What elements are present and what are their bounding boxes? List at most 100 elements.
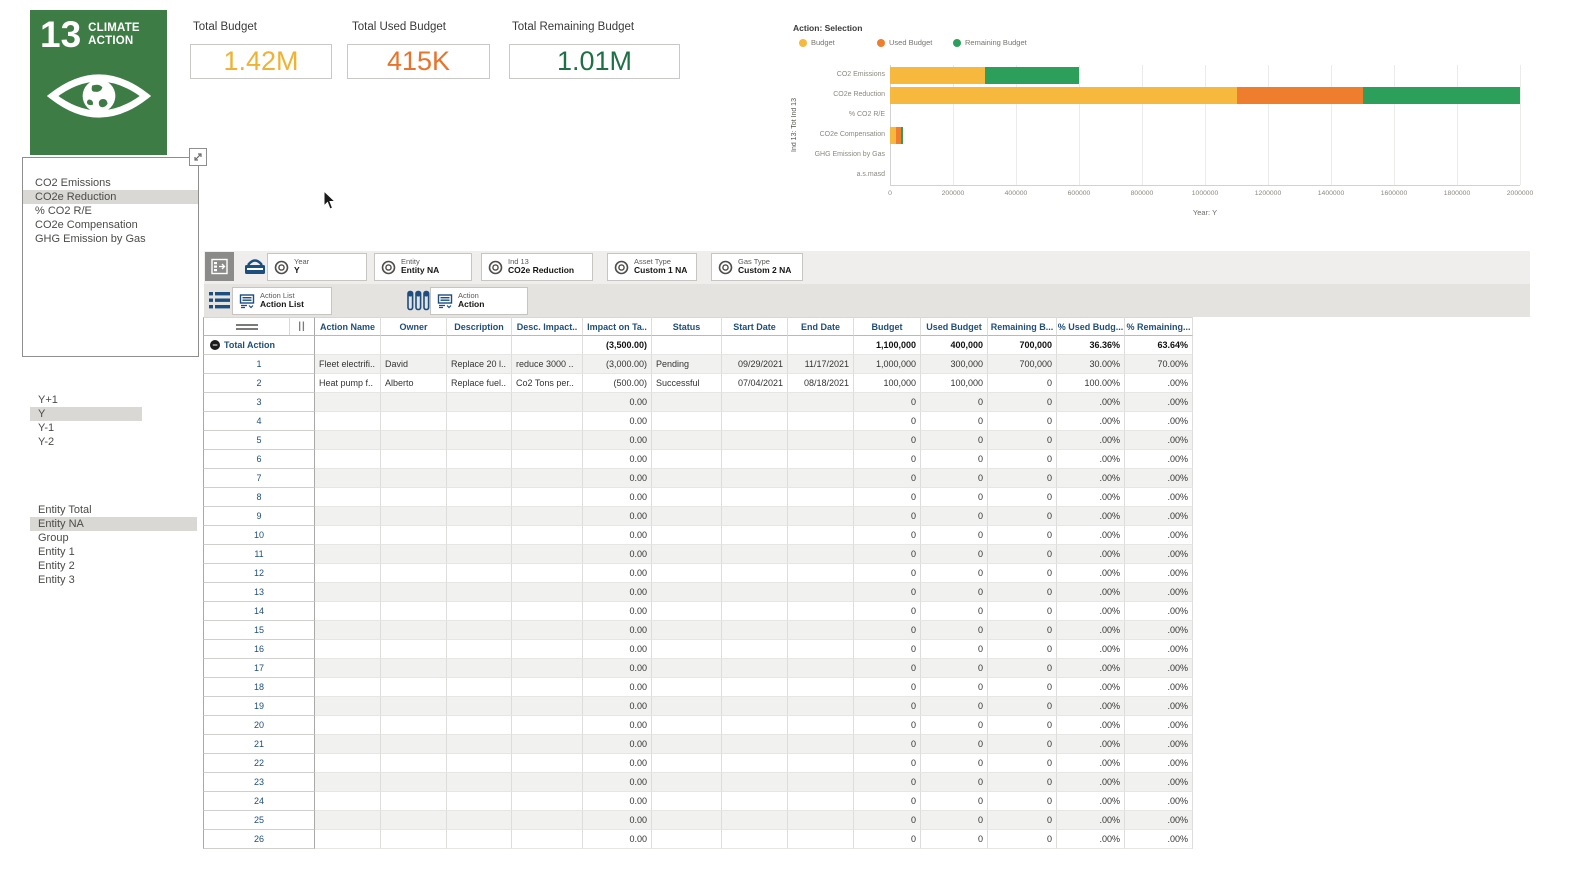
cell-action_name[interactable] (315, 678, 381, 697)
cell-remaining[interactable]: 0 (988, 450, 1057, 469)
cell-end_date[interactable] (788, 488, 854, 507)
cell-budget[interactable]: 100,000 (854, 374, 921, 393)
expand-icon[interactable] (189, 148, 207, 166)
col-header-pct_used[interactable]: % Used Budg... (1057, 317, 1125, 336)
cell-pct_used[interactable]: .00% (1057, 488, 1125, 507)
year-item-y-1[interactable]: Y-1 (30, 421, 142, 435)
cell-budget[interactable]: 0 (854, 545, 921, 564)
cell-end_date[interactable] (788, 526, 854, 545)
cell-desc_impact[interactable] (512, 564, 583, 583)
cell-impact[interactable]: 0.00 (583, 412, 652, 431)
columns-icon[interactable] (406, 290, 431, 316)
cell-action_name[interactable] (315, 716, 381, 735)
cell-owner[interactable] (381, 773, 447, 792)
cell-budget[interactable]: 0 (854, 754, 921, 773)
pipes-zone[interactable]: || (289, 318, 314, 335)
cell-owner[interactable] (381, 469, 447, 488)
row-number[interactable]: 11 (203, 545, 315, 564)
cell-used[interactable]: 0 (921, 735, 988, 754)
cell-action_name[interactable] (315, 583, 381, 602)
cell-used[interactable]: 0 (921, 564, 988, 583)
cell-budget[interactable]: 0 (854, 830, 921, 849)
cell-owner[interactable] (381, 621, 447, 640)
cell-description[interactable] (447, 564, 512, 583)
cell-end_date[interactable] (788, 431, 854, 450)
total-cell-budget[interactable]: 1,100,000 (854, 336, 921, 355)
cell-status[interactable] (652, 431, 722, 450)
collapse-icon[interactable]: − (210, 340, 220, 350)
cell-start_date[interactable] (722, 697, 788, 716)
cell-pct_remaining[interactable]: .00% (1125, 374, 1193, 393)
cell-action_name[interactable] (315, 564, 381, 583)
cell-desc_impact[interactable] (512, 640, 583, 659)
cell-used[interactable]: 0 (921, 659, 988, 678)
cell-action_name[interactable] (315, 697, 381, 716)
cell-action_name[interactable] (315, 488, 381, 507)
cell-description[interactable] (447, 640, 512, 659)
action-list-chip[interactable]: Action ListAction List (232, 287, 332, 315)
grip-icon[interactable] (236, 324, 258, 330)
cell-start_date[interactable] (722, 640, 788, 659)
cell-start_date[interactable] (722, 792, 788, 811)
row-number[interactable]: 12 (203, 564, 315, 583)
cell-desc_impact[interactable] (512, 488, 583, 507)
cell-start_date[interactable] (722, 507, 788, 526)
cell-pct_remaining[interactable]: .00% (1125, 412, 1193, 431)
cell-description[interactable] (447, 488, 512, 507)
cell-pct_used[interactable]: .00% (1057, 811, 1125, 830)
cell-description[interactable] (447, 678, 512, 697)
cell-impact[interactable]: 0.00 (583, 830, 652, 849)
row-number[interactable]: 7 (203, 469, 315, 488)
cell-desc_impact[interactable] (512, 431, 583, 450)
cell-end_date[interactable]: 08/18/2021 (788, 374, 854, 393)
cell-owner[interactable] (381, 564, 447, 583)
row-number[interactable]: 20 (203, 716, 315, 735)
cell-remaining[interactable]: 0 (988, 773, 1057, 792)
cell-start_date[interactable] (722, 602, 788, 621)
cell-end_date[interactable] (788, 412, 854, 431)
cell-action_name[interactable] (315, 507, 381, 526)
legend-item-remaining-budget[interactable]: Remaining Budget (953, 38, 1027, 47)
cell-owner[interactable] (381, 811, 447, 830)
cell-owner[interactable] (381, 659, 447, 678)
cell-action_name[interactable] (315, 830, 381, 849)
cell-used[interactable]: 0 (921, 621, 988, 640)
cell-description[interactable] (447, 450, 512, 469)
cell-end_date[interactable] (788, 583, 854, 602)
cell-impact[interactable]: 0.00 (583, 773, 652, 792)
cell-description[interactable] (447, 830, 512, 849)
cell-start_date[interactable] (722, 754, 788, 773)
row-number[interactable]: 17 (203, 659, 315, 678)
cell-pct_used[interactable]: .00% (1057, 735, 1125, 754)
cell-budget[interactable]: 0 (854, 659, 921, 678)
cell-status[interactable] (652, 678, 722, 697)
cell-pct_used[interactable]: .00% (1057, 393, 1125, 412)
cell-pct_remaining[interactable]: .00% (1125, 830, 1193, 849)
cell-start_date[interactable] (722, 488, 788, 507)
cell-used[interactable]: 0 (921, 450, 988, 469)
total-cell-remaining[interactable]: 700,000 (988, 336, 1057, 355)
cell-start_date[interactable] (722, 659, 788, 678)
cell-end_date[interactable] (788, 393, 854, 412)
cell-description[interactable] (447, 773, 512, 792)
list-view-icon[interactable] (208, 290, 231, 316)
cell-pct_used[interactable]: .00% (1057, 792, 1125, 811)
cell-status[interactable] (652, 469, 722, 488)
cell-remaining[interactable]: 0 (988, 640, 1057, 659)
cell-desc_impact[interactable] (512, 811, 583, 830)
cell-description[interactable] (447, 507, 512, 526)
cell-description[interactable]: Replace fuel.. (447, 374, 512, 393)
bar-co2-emissions-remaining-budget[interactable] (985, 67, 1080, 84)
cell-start_date[interactable] (722, 393, 788, 412)
grid-corner-cell[interactable]: || (203, 317, 315, 336)
cell-status[interactable] (652, 659, 722, 678)
cell-desc_impact[interactable] (512, 412, 583, 431)
cell-impact[interactable]: 0.00 (583, 526, 652, 545)
cell-pct_remaining[interactable]: .00% (1125, 450, 1193, 469)
cell-pct_used[interactable]: .00% (1057, 469, 1125, 488)
row-number[interactable]: 4 (203, 412, 315, 431)
cell-remaining[interactable]: 0 (988, 697, 1057, 716)
total-cell-description[interactable] (447, 336, 512, 355)
cell-status[interactable] (652, 773, 722, 792)
year-item-y[interactable]: Y (30, 407, 142, 421)
